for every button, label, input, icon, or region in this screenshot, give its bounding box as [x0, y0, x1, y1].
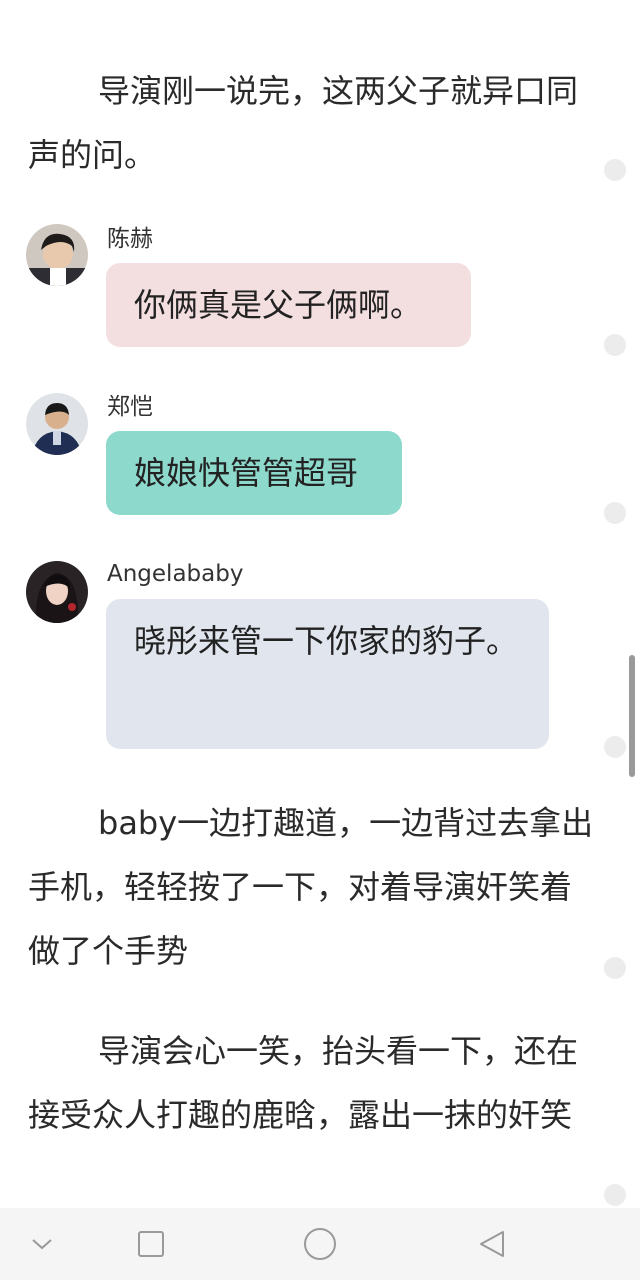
comment-dot[interactable] — [604, 1184, 626, 1206]
avatar-zheng-kai[interactable] — [26, 393, 88, 455]
comment-dot[interactable] — [604, 736, 626, 758]
chevron-down-icon[interactable] — [20, 1222, 64, 1266]
message-bubble: 你俩真是父子俩啊。 — [106, 263, 471, 347]
avatar-angelababy[interactable] — [26, 561, 88, 623]
comment-dot[interactable] — [604, 159, 626, 181]
paragraph: 导演刚一说完，这两父子就异口同声的问。 — [28, 72, 579, 174]
scrollbar[interactable] — [629, 655, 635, 777]
home-circle-icon[interactable] — [298, 1222, 342, 1266]
comment-dot[interactable] — [604, 502, 626, 524]
speaker-name: Angelababy — [107, 561, 244, 587]
paragraph: 导演会心一笑，抬头看一下，还在接受众人打趣的鹿晗，露出一抹的奸笑 — [28, 1032, 579, 1134]
paragraph: baby一边打趣道，一边背过去拿出手机，轻轻按了一下，对着导演奸笑着做了个手势 — [28, 804, 594, 970]
reader-content: 导演刚一说完，这两父子就异口同声的问。 陈赫 你俩真是父子俩啊。 郑恺 娘娘快管… — [0, 0, 640, 1208]
message-text: 娘娘快管管超哥 — [134, 454, 359, 492]
system-navigation-bar — [0, 1208, 640, 1280]
recents-square-icon[interactable] — [129, 1222, 173, 1266]
comment-dot[interactable] — [604, 334, 626, 356]
message-bubble: 娘娘快管管超哥 — [106, 431, 402, 515]
speaker-name: 陈赫 — [107, 226, 153, 252]
avatar-chen-he[interactable] — [26, 224, 88, 286]
speaker-name: 郑恺 — [107, 394, 153, 420]
message-bubble: 晓彤来管一下你家的豹子。 — [106, 599, 549, 749]
message-text: 晓彤来管一下你家的豹子。 — [134, 622, 519, 660]
comment-dot[interactable] — [604, 957, 626, 979]
message-text: 你俩真是父子俩啊。 — [134, 286, 423, 324]
back-triangle-icon[interactable] — [470, 1222, 514, 1266]
